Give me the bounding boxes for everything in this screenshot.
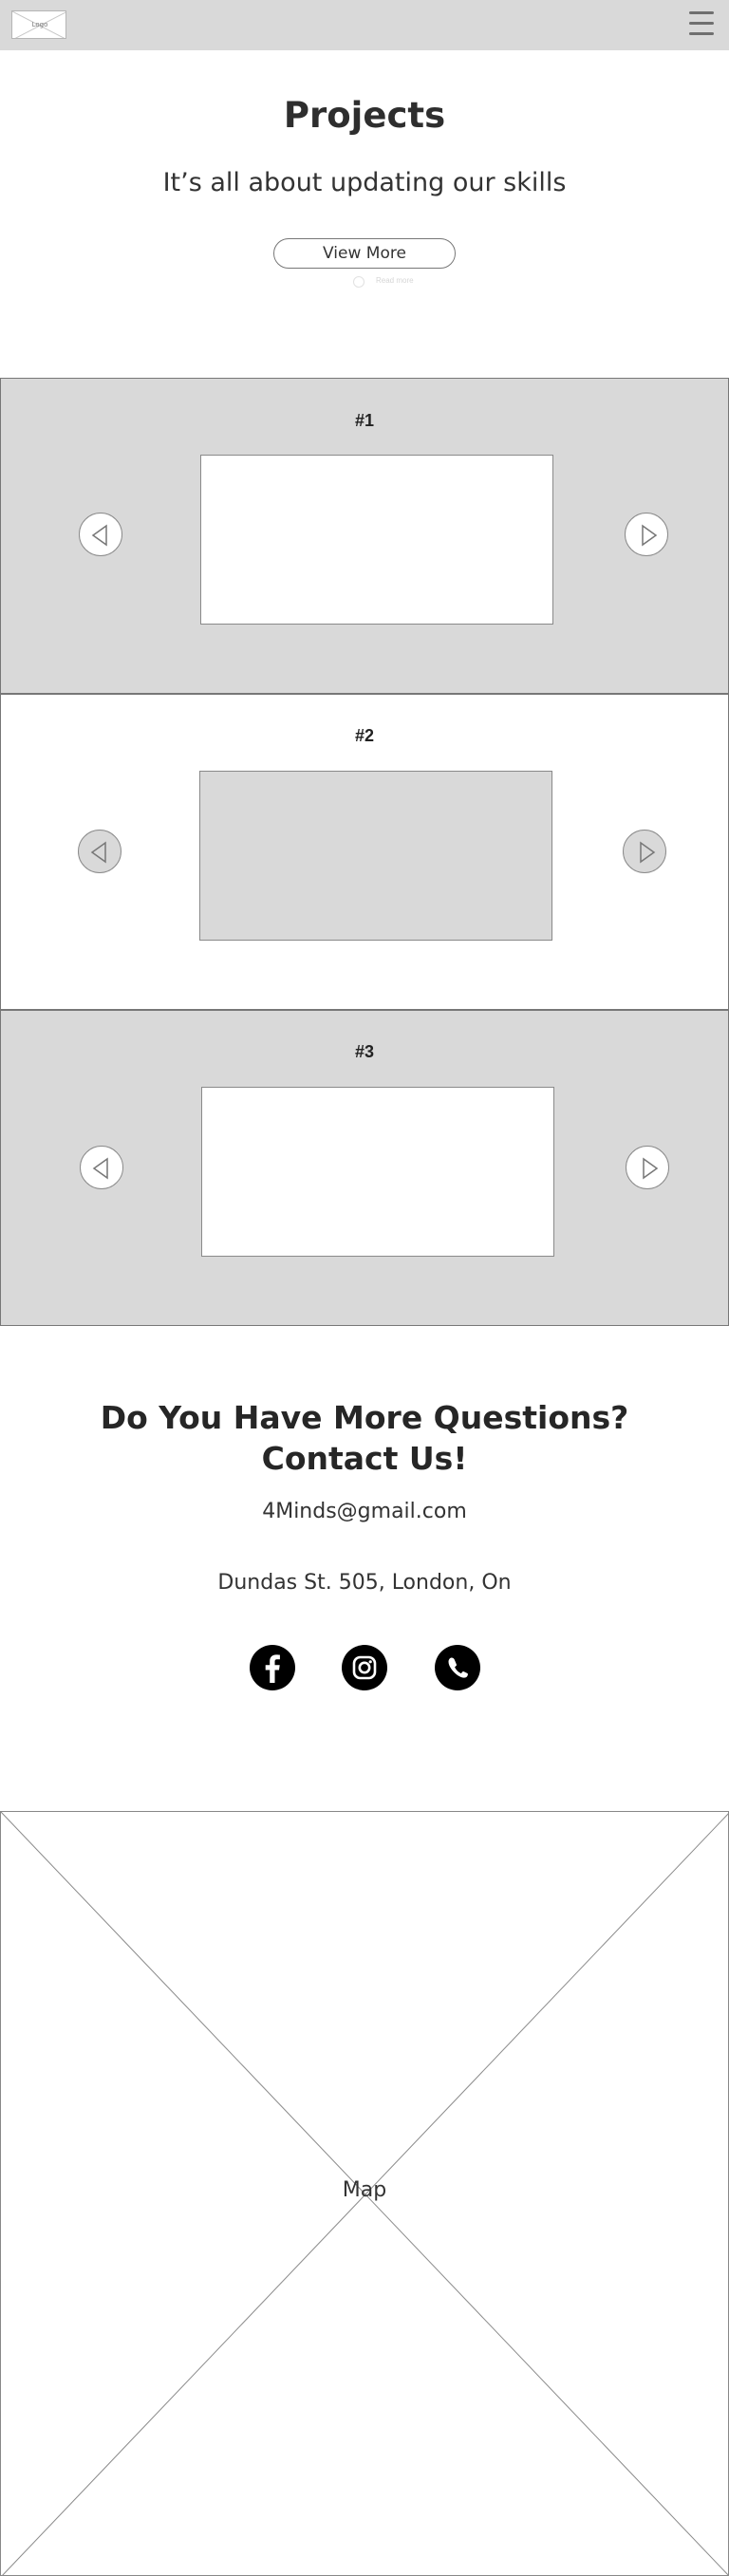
arrow-left-icon[interactable]: [80, 1146, 123, 1189]
page-title: Projects: [283, 95, 446, 136]
arrow-right-icon[interactable]: [626, 1146, 669, 1189]
faint-link[interactable]: Read more: [353, 275, 439, 289]
circle-icon: [353, 276, 364, 288]
logo[interactable]: Logo: [11, 10, 66, 39]
project-section-2: #2: [0, 694, 729, 1010]
project-slide-3[interactable]: [201, 1087, 554, 1257]
arrow-right-icon[interactable]: [623, 830, 666, 873]
whatsapp-icon[interactable]: [435, 1645, 480, 1690]
project-label-3: #3: [354, 1042, 375, 1061]
project-label-2: #2: [354, 726, 375, 745]
facebook-icon[interactable]: [250, 1645, 295, 1690]
project-slide-1[interactable]: [200, 455, 553, 625]
project-slide-2[interactable]: [199, 771, 552, 941]
contact-heading: Do You Have More Questions? Contact Us!: [0, 1397, 729, 1479]
header-bar: Logo: [0, 0, 729, 50]
project-section-1: #1: [0, 378, 729, 694]
project-section-3: #3: [0, 1010, 729, 1326]
arrow-left-icon[interactable]: [79, 513, 122, 556]
page-subtitle: It’s all about updating our skills: [162, 168, 567, 197]
map-label: Map: [342, 2178, 387, 2202]
arrow-right-icon[interactable]: [625, 513, 668, 556]
hamburger-menu-icon[interactable]: [689, 11, 714, 40]
contact-heading-line1: Do You Have More Questions?: [100, 1399, 629, 1436]
project-label-1: #1: [354, 411, 375, 430]
arrow-left-icon[interactable]: [78, 830, 122, 873]
view-more-button[interactable]: View More: [273, 238, 456, 269]
logo-text: Logo: [31, 21, 48, 28]
contact-email-link[interactable]: 4Minds@gmail.com: [0, 1500, 729, 1523]
instagram-icon[interactable]: [342, 1645, 387, 1690]
contact-address: Dundas St. 505, London, On: [217, 1571, 512, 1595]
contact-heading-line2: Contact Us!: [261, 1440, 468, 1477]
faint-link-label: Read more: [376, 276, 414, 285]
